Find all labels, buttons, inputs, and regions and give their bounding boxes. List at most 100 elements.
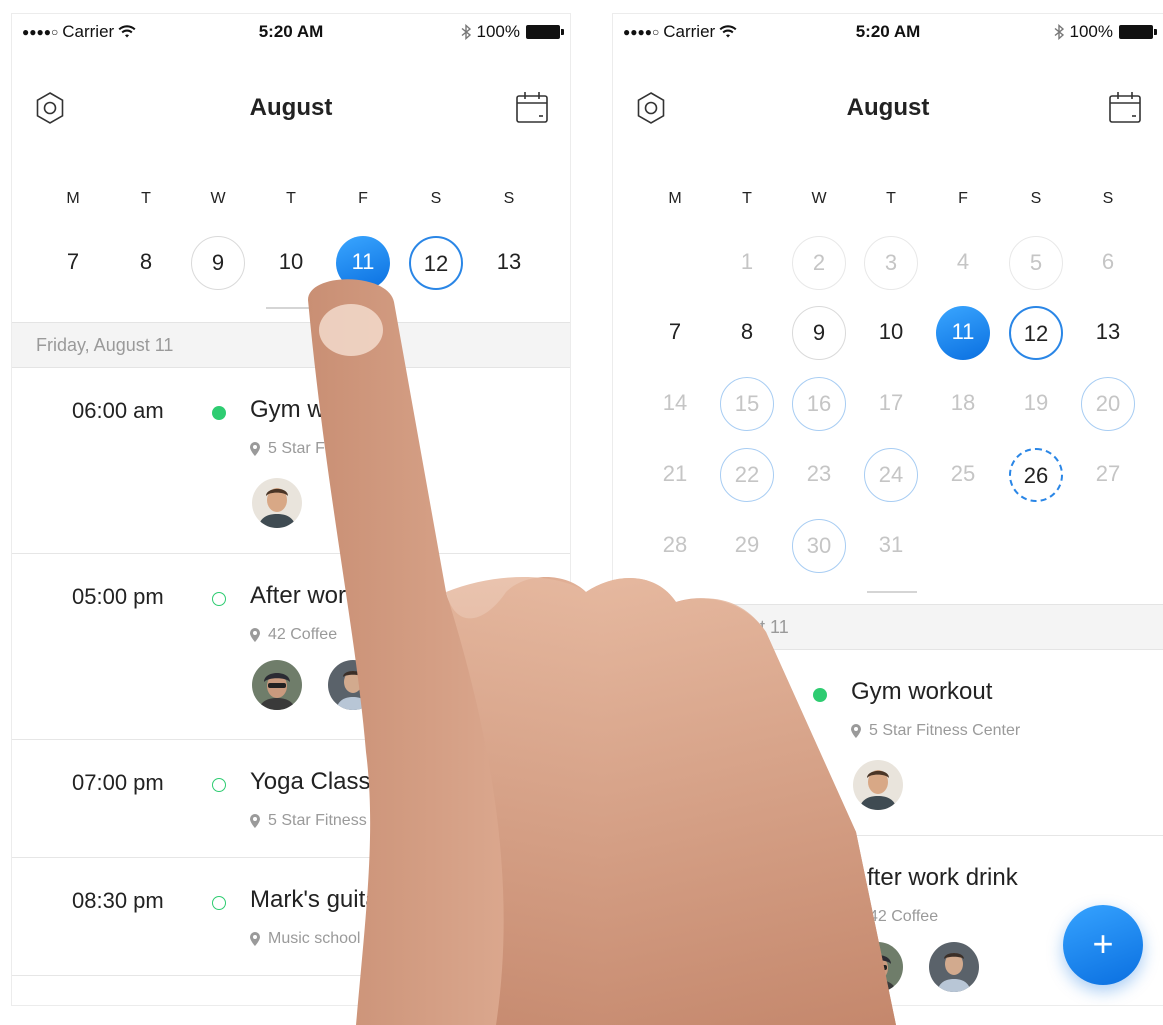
location-pin-icon bbox=[250, 814, 260, 828]
navigation-bar: August bbox=[613, 84, 1163, 130]
attendee-avatar[interactable] bbox=[328, 660, 378, 710]
battery-percent: 100% bbox=[1069, 22, 1113, 41]
event-time: 05:00 pm bbox=[675, 866, 767, 891]
month-title: August bbox=[249, 94, 333, 121]
event-row[interactable]: 05:00 pm After work drink 42 Coffee bbox=[12, 554, 570, 740]
day-cell-today[interactable]: 9 bbox=[792, 306, 846, 360]
expand-handle[interactable] bbox=[266, 307, 316, 309]
weekday-label: M bbox=[668, 190, 682, 207]
day-cell[interactable]: 6 bbox=[1081, 236, 1135, 290]
day-cell[interactable]: 23 bbox=[792, 448, 846, 502]
day-cell-has-event[interactable]: 24 bbox=[864, 448, 918, 502]
day-cell[interactable]: 29 bbox=[720, 519, 774, 573]
day-cell[interactable]: 7 bbox=[648, 306, 702, 360]
event-location: Music school bbox=[250, 930, 360, 948]
calendar-icon[interactable] bbox=[512, 88, 552, 128]
attendee-avatar[interactable] bbox=[929, 942, 979, 992]
day-cell[interactable]: 27 bbox=[1081, 448, 1135, 502]
day-cell[interactable]: 7 bbox=[46, 236, 100, 290]
weekday-label: T bbox=[742, 190, 752, 207]
location-pin-icon bbox=[250, 932, 260, 946]
day-cell[interactable]: 1 bbox=[720, 236, 774, 290]
day-cell-has-event[interactable]: 20 bbox=[1081, 377, 1135, 431]
date-section-header: August 11 bbox=[613, 604, 1163, 650]
collapse-handle[interactable] bbox=[867, 591, 917, 593]
day-cell[interactable]: 13 bbox=[1081, 306, 1135, 360]
day-cell[interactable]: 10 bbox=[264, 236, 318, 290]
weekday-header-row: M T W T F S S bbox=[613, 190, 1163, 214]
event-location-text: 42 Coffee bbox=[869, 908, 939, 925]
day-cell[interactable]: 2 bbox=[792, 236, 846, 290]
day-cell[interactable]: 18 bbox=[936, 377, 990, 431]
weekday-label: S bbox=[1030, 190, 1042, 207]
event-location: 5 Star Fitness Center bbox=[851, 722, 1020, 740]
event-location-text: Music school bbox=[268, 930, 361, 947]
event-status-dot bbox=[212, 592, 226, 606]
day-cell[interactable]: 25 bbox=[936, 448, 990, 502]
day-cell-has-event[interactable]: 12 bbox=[1009, 306, 1063, 360]
day-cell[interactable]: 4 bbox=[936, 236, 990, 290]
event-time: 06:00 am bbox=[675, 680, 767, 705]
attendee-avatar[interactable] bbox=[853, 760, 903, 810]
event-status-dot bbox=[813, 874, 827, 888]
event-time: 08:30 pm bbox=[72, 888, 164, 913]
event-time: 06:00 am bbox=[72, 398, 164, 423]
weekday-label: W bbox=[811, 190, 827, 207]
day-cell-has-event[interactable]: 30 bbox=[792, 519, 846, 573]
attendee-avatar[interactable] bbox=[853, 942, 903, 992]
month-title: August bbox=[846, 94, 930, 121]
event-title: After work drink bbox=[851, 864, 1018, 891]
day-cell[interactable]: 8 bbox=[720, 306, 774, 360]
event-row[interactable]: 06:00 am Gym workout 5 Star Fitness Cent… bbox=[12, 368, 570, 554]
day-cell-selected[interactable]: 11 bbox=[936, 306, 990, 360]
phone-screen-week-view: ●●●●○ Carrier 5:20 AM 100% August M T W … bbox=[12, 14, 570, 1005]
date-section-header: Friday, August 11 bbox=[12, 322, 570, 368]
day-cell-has-event[interactable]: 16 bbox=[792, 377, 846, 431]
add-event-button[interactable]: + bbox=[1063, 905, 1143, 985]
day-cell[interactable]: 14 bbox=[648, 377, 702, 431]
event-time: 05:00 pm bbox=[72, 584, 164, 609]
event-title: Yoga Class bbox=[250, 768, 371, 795]
status-bar: ●●●●○ Carrier 5:20 AM 100% bbox=[12, 14, 570, 50]
calendar-icon[interactable] bbox=[1105, 88, 1145, 128]
event-status-dot bbox=[813, 688, 827, 702]
day-cell-today[interactable]: 9 bbox=[191, 236, 245, 290]
event-location: 42 Coffee bbox=[250, 626, 337, 644]
attendee-avatar[interactable] bbox=[252, 478, 302, 528]
day-cell-has-event[interactable]: 12 bbox=[409, 236, 463, 290]
event-status-dot bbox=[212, 896, 226, 910]
attendee-avatar[interactable] bbox=[252, 660, 302, 710]
bluetooth-icon bbox=[1054, 24, 1064, 40]
weekday-label: T bbox=[286, 190, 296, 207]
day-cell[interactable]: 21 bbox=[648, 448, 702, 502]
day-cell-drop-target[interactable]: 26 bbox=[1009, 448, 1063, 502]
weekday-label: T bbox=[886, 190, 896, 207]
day-cell[interactable]: 19 bbox=[1009, 377, 1063, 431]
day-cell-has-event[interactable]: 22 bbox=[720, 448, 774, 502]
day-cell[interactable]: 8 bbox=[119, 236, 173, 290]
weekday-header-row: M T W T F S S bbox=[12, 190, 570, 214]
battery-percent: 100% bbox=[476, 22, 520, 41]
event-location-text: 42 Coffee bbox=[268, 626, 338, 643]
day-cell-selected[interactable]: 11 bbox=[336, 236, 390, 290]
day-cell[interactable]: 31 bbox=[864, 519, 918, 573]
day-cell[interactable]: 3 bbox=[864, 236, 918, 290]
event-title: Gym workout bbox=[250, 396, 392, 423]
event-time: 07:00 pm bbox=[72, 770, 164, 795]
location-pin-icon bbox=[250, 628, 260, 642]
event-row[interactable]: 07:00 pm Yoga Class 5 Star Fitness Cente… bbox=[12, 740, 570, 858]
event-location: 5 Star Fitness Center bbox=[250, 812, 419, 830]
event-row[interactable]: 06:00 am Gym workout 5 Star Fitness Cent… bbox=[613, 650, 1163, 836]
day-cell[interactable]: 28 bbox=[648, 519, 702, 573]
day-cell[interactable]: 13 bbox=[482, 236, 536, 290]
battery-icon bbox=[526, 25, 564, 39]
day-cell[interactable]: 5 bbox=[1009, 236, 1063, 290]
event-row[interactable]: 08:30 pm Mark's guitar lesson Music scho… bbox=[12, 858, 570, 976]
event-title: Mark's guitar lesson bbox=[250, 886, 463, 913]
day-cell[interactable]: 10 bbox=[864, 306, 918, 360]
weekday-label: F bbox=[958, 190, 968, 207]
day-cell-has-event[interactable]: 15 bbox=[720, 377, 774, 431]
event-location-text: 5 Star Fitness Center bbox=[268, 440, 420, 457]
location-pin-icon bbox=[250, 442, 260, 456]
day-cell[interactable]: 17 bbox=[864, 377, 918, 431]
